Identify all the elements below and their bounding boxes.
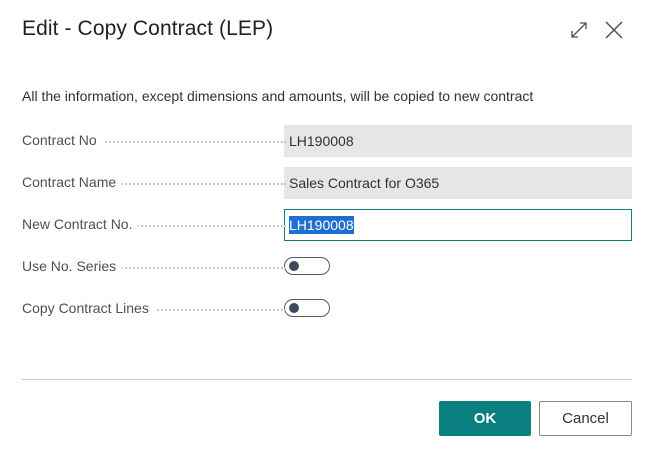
- toggle-knob: [289, 303, 299, 313]
- ok-button[interactable]: OK: [439, 401, 531, 436]
- copy-contract-lines-toggle[interactable]: [284, 299, 330, 317]
- contract-name-label: Contract Name: [22, 174, 123, 190]
- field-copy-contract-lines: Copy Contract Lines: [22, 293, 632, 325]
- field-contract-name: Contract Name Sales Contract for O365: [22, 167, 632, 199]
- new-contract-no-label: New Contract No.: [22, 216, 139, 232]
- copy-contract-dialog: Edit - Copy Contract (LEP) All the infor…: [0, 0, 654, 457]
- contract-name-value: Sales Contract for O365: [284, 167, 632, 199]
- field-use-no-series: Use No. Series: [22, 251, 632, 283]
- toggle-knob: [289, 261, 299, 271]
- use-no-series-toggle[interactable]: [284, 257, 330, 275]
- close-icon[interactable]: [601, 17, 627, 43]
- expand-icon[interactable]: [566, 17, 592, 43]
- use-no-series-label: Use No. Series: [22, 258, 123, 274]
- new-contract-no-selected-text: LH190008: [289, 216, 354, 234]
- copy-contract-lines-label: Copy Contract Lines: [22, 300, 155, 316]
- dialog-title: Edit - Copy Contract (LEP): [22, 17, 274, 40]
- field-contract-no: Contract No LH190008: [22, 125, 632, 157]
- field-new-contract-no: New Contract No. LH190008: [22, 209, 632, 241]
- cancel-button[interactable]: Cancel: [539, 401, 632, 436]
- dialog-description: All the information, except dimensions a…: [22, 88, 534, 104]
- contract-no-label: Contract No: [22, 132, 103, 148]
- new-contract-no-input[interactable]: LH190008: [284, 209, 632, 241]
- contract-no-value: LH190008: [284, 125, 632, 157]
- footer-divider: [22, 379, 632, 380]
